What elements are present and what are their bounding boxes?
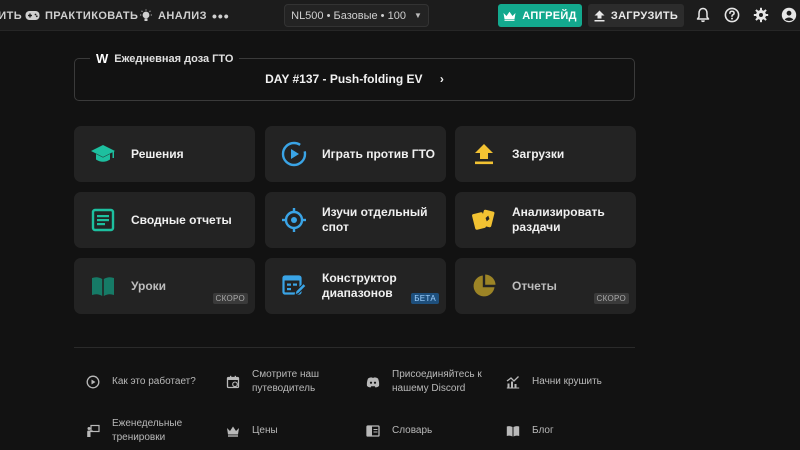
tile-uploads[interactable]: Загрузки	[455, 126, 636, 182]
tile-analyze-hands[interactable]: Анализировать раздачи	[455, 192, 636, 248]
daily-dose-link[interactable]: DAY #137 - Push-folding EV ›	[74, 72, 635, 86]
tile-study-spot-label: Изучи отдельный спот	[322, 205, 428, 234]
report-icon	[91, 208, 115, 232]
upload-button-label: ЗАГРУЗИТЬ	[610, 9, 679, 22]
beta-badge: БЕТА	[411, 293, 439, 304]
bell-icon[interactable]	[695, 7, 711, 23]
link-blog-label: Блог	[532, 425, 554, 436]
play-circle-icon	[281, 141, 307, 167]
cards-icon	[472, 209, 495, 230]
upgrade-button[interactable]: АПГРЕЙД	[498, 4, 582, 27]
link-guide-label: Смотрите наш путеводитель	[252, 369, 320, 394]
tile-range-builder-label: Конструктор диапазонов	[322, 271, 397, 300]
nav-item-truncated[interactable]: ИТЬ	[0, 0, 22, 31]
tile-reports-label: Отчеты	[512, 278, 557, 293]
game-settings-value: NL500 • Базовые • 100	[291, 9, 406, 22]
tile-lessons: Уроки СКОРО	[74, 258, 255, 314]
brand-logo: W	[96, 51, 109, 66]
gear-icon[interactable]	[753, 7, 769, 23]
link-weekly-trainings[interactable]: Еженедельные тренировки	[86, 417, 216, 445]
daily-dose-title: Ежедневная доза ГТО	[114, 52, 234, 65]
upload-icon	[475, 144, 493, 165]
link-start-crushing[interactable]: Начни крушить	[506, 375, 616, 389]
lightbulb-icon	[140, 9, 152, 21]
range-builder-icon	[282, 275, 307, 296]
more-menu-button[interactable]: •••	[212, 0, 230, 31]
nav-item-truncated-label: ИТЬ	[0, 9, 22, 22]
crosshair-icon	[282, 208, 306, 232]
link-discord[interactable]: Присоединяйтесь к нашему Discord	[366, 368, 494, 396]
tile-summary-reports-label: Сводные отчеты	[131, 212, 232, 227]
coming-soon-badge: СКОРО	[212, 293, 248, 304]
nav-item-practice[interactable]: ПРАКТИКОВАТЬ	[25, 0, 138, 31]
help-icon[interactable]	[724, 7, 740, 23]
growth-chart-icon	[506, 376, 520, 389]
play-circle-icon	[86, 375, 100, 389]
book-icon	[92, 277, 114, 296]
link-pricing-label: Цены	[252, 425, 278, 436]
tile-range-builder[interactable]: Конструктор диапазонов БЕТА	[265, 258, 446, 314]
tile-study-spot[interactable]: Изучи отдельный спот	[265, 192, 446, 248]
more-dots-icon: •••	[212, 7, 230, 24]
game-settings-selector[interactable]: NL500 • Базовые • 100 ▼	[284, 4, 429, 27]
upgrade-button-label: АПГРЕЙД	[522, 9, 577, 22]
pie-chart-icon	[473, 274, 496, 297]
link-discord-label: Присоединяйтесь к нашему Discord	[392, 369, 482, 394]
upload-button[interactable]: ЗАГРУЗИТЬ	[588, 4, 684, 27]
tile-play-vs-gto[interactable]: Играть против ГТО	[265, 126, 446, 182]
dictionary-icon	[366, 425, 380, 437]
link-guide[interactable]: Смотрите наш путеводитель	[226, 368, 346, 396]
tile-solutions[interactable]: Решения	[74, 126, 255, 182]
section-divider	[74, 347, 635, 348]
crown-icon	[503, 11, 516, 21]
book-icon	[506, 426, 520, 437]
daily-dose-link-text: DAY #137 - Push-folding EV	[265, 72, 423, 86]
presentation-icon	[87, 424, 100, 437]
gamepad-icon	[25, 11, 40, 20]
link-weekly-trainings-label: Еженедельные тренировки	[112, 418, 183, 443]
top-navigation-bar: ИТЬ ПРАКТИКОВАТЬ АНАЛИЗ ••• NL500 • Базо…	[0, 0, 800, 31]
tile-lessons-label: Уроки	[131, 278, 167, 293]
crown-icon	[227, 426, 239, 437]
graduation-cap-icon	[91, 145, 115, 162]
tile-analyze-hands-label: Анализировать раздачи	[512, 205, 605, 234]
chevron-down-icon: ▼	[413, 11, 422, 20]
tile-play-vs-gto-label: Играть против ГТО	[322, 146, 435, 161]
nav-item-practice-label: ПРАКТИКОВАТЬ	[45, 9, 139, 22]
discord-icon	[366, 377, 380, 388]
link-pricing[interactable]: Цены	[226, 424, 346, 438]
account-icon[interactable]	[781, 7, 797, 23]
daily-dose-label: W Ежедневная доза ГТО	[90, 51, 240, 66]
link-blog[interactable]: Блог	[506, 424, 616, 438]
link-how-it-works-label: Как это работает?	[112, 376, 196, 387]
nav-item-analysis-label: АНАЛИЗ	[158, 9, 207, 22]
upload-icon	[594, 10, 605, 21]
coming-soon-badge: СКОРО	[593, 293, 629, 304]
tile-summary-reports[interactable]: Сводные отчеты	[74, 192, 255, 248]
link-dictionary-label: Словарь	[392, 425, 433, 436]
chevron-right-icon: ›	[439, 72, 444, 86]
tile-reports: Отчеты СКОРО	[455, 258, 636, 314]
calendar-icon	[226, 375, 240, 389]
link-dictionary[interactable]: Словарь	[366, 424, 486, 438]
nav-item-analysis[interactable]: АНАЛИЗ	[139, 0, 207, 31]
link-start-crushing-label: Начни крушить	[532, 376, 602, 387]
tile-solutions-label: Решения	[131, 146, 184, 161]
tile-uploads-label: Загрузки	[512, 146, 565, 161]
link-how-it-works[interactable]: Как это работает?	[86, 375, 216, 389]
